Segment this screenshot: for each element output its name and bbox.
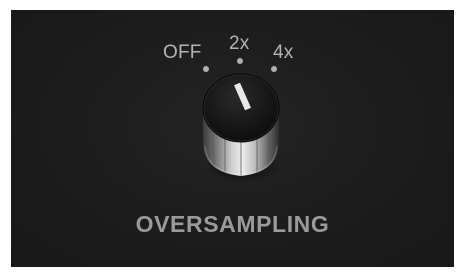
oversampling-title: OVERSAMPLING [135, 211, 330, 237]
oversampling-panel: OFF 2x 4x OVERSAMPLING [11, 10, 454, 267]
position-dot-2x [237, 58, 243, 64]
position-label-4x: 4x [273, 42, 294, 63]
position-label-2x: 2x [229, 33, 250, 54]
position-label-off: OFF [163, 42, 202, 63]
knob-cap [202, 73, 280, 143]
oversampling-knob[interactable] [199, 72, 283, 184]
knob-graphic [202, 73, 281, 182]
